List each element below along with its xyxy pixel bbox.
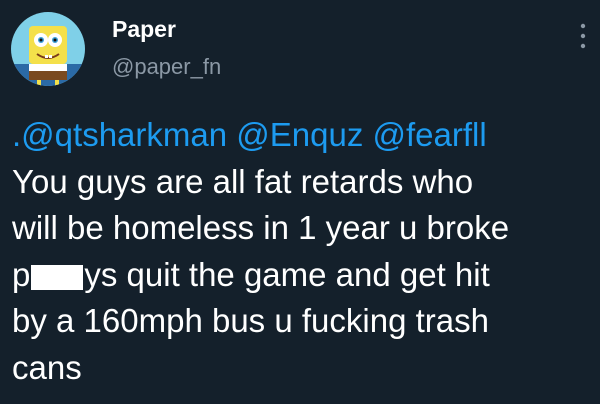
tweet-line: will be homeless in 1 year u broke [12,209,510,246]
tweet-text: .@qtsharkman @Enquz @fearfll You guys ar… [12,112,592,391]
author-avatar[interactable] [11,12,85,86]
mention-qtsharkman[interactable]: @qtsharkman [21,116,227,153]
more-options-icon[interactable] [576,18,590,54]
spongebob-avatar-icon [11,12,85,86]
author-handle[interactable]: @paper_fn [112,54,221,80]
redaction-box [31,264,84,290]
tweet-line-start: p [12,255,31,293]
mention-prefix: . [12,116,22,153]
mention-enquz[interactable]: @Enquz [236,116,363,153]
tweet-line: p ys quit the game and get hit [12,252,592,299]
author-display-name[interactable]: Paper [112,16,176,43]
tweet-line-end: ys quit the game and get hit [84,255,490,293]
tweet-line: cans [12,348,82,386]
tweet-line: You guys are all fat retards who [12,162,474,200]
tweet-line: by a 160mph bus u fucking trash [12,302,489,339]
mention-fearfll[interactable]: @fearfll [373,116,487,153]
tweet-line-mentions: .@qtsharkman @Enquz @fearfll [12,112,592,159]
